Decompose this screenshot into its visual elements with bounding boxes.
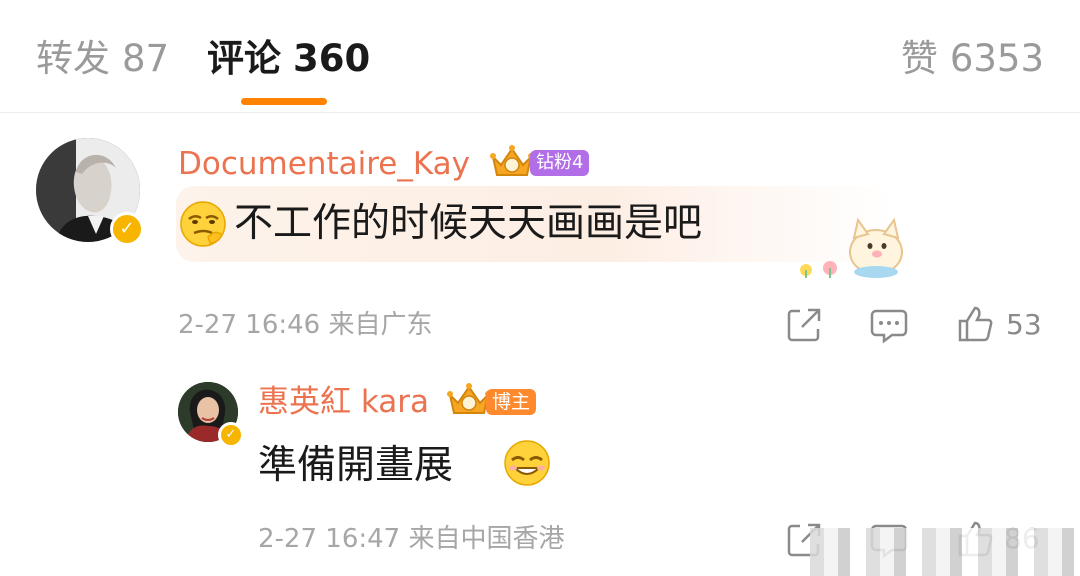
tab-likes-label: 赞 xyxy=(900,37,938,80)
reply-meta: 2-27 16:47 来自中国香港 xyxy=(258,522,564,556)
reply-timestamp: 2-27 16:47 xyxy=(258,524,401,554)
reply-username[interactable]: 惠英紅 kara xyxy=(258,382,429,422)
reply-location: 来自中国香港 xyxy=(408,524,565,554)
tab-comments-count: 360 xyxy=(293,37,371,80)
smirk-emoji-icon xyxy=(180,201,226,247)
reply-text: 準備開畫展 xyxy=(258,443,454,488)
comment-tabs: 转发 87 评论 360 赞 6353 xyxy=(0,0,1080,113)
tab-repost-label: 转发 xyxy=(36,37,110,80)
tab-likes[interactable]: 赞 6353 xyxy=(901,36,1044,82)
tab-likes-count: 6353 xyxy=(949,37,1044,80)
tab-comments[interactable]: 评论 360 xyxy=(207,36,370,82)
comment-text: 不工作的时候天天画画是吧 xyxy=(234,201,703,246)
verified-badge-icon: ✓ xyxy=(110,212,144,246)
comment-meta: 2-27 16:46 来自广东 xyxy=(178,308,432,342)
tab-comments-label: 评论 xyxy=(207,37,281,80)
tab-repost-count: 87 xyxy=(122,37,170,80)
comment-icon[interactable] xyxy=(870,308,908,344)
tab-repost[interactable]: 转发 87 xyxy=(36,36,169,82)
like-icon[interactable] xyxy=(956,305,994,343)
like-count: 53 xyxy=(1006,308,1042,341)
share-icon[interactable] xyxy=(786,307,822,343)
cat-sticker-icon xyxy=(800,217,903,278)
blogger-badge: 博主 xyxy=(486,389,537,415)
comment-username[interactable]: Documentaire_Kay xyxy=(178,144,470,184)
active-tab-indicator xyxy=(241,98,327,105)
comment-timestamp: 2-27 16:46 xyxy=(178,310,321,340)
reply-verified-badge-icon: ✓ xyxy=(218,422,244,448)
comment-location: 来自广东 xyxy=(328,310,433,340)
fan-level-badge: 钻粉4 xyxy=(530,150,590,176)
fan-crown-icon xyxy=(490,145,534,176)
grin-emoji-icon xyxy=(504,440,550,486)
pixelated-watermark xyxy=(810,528,1080,576)
